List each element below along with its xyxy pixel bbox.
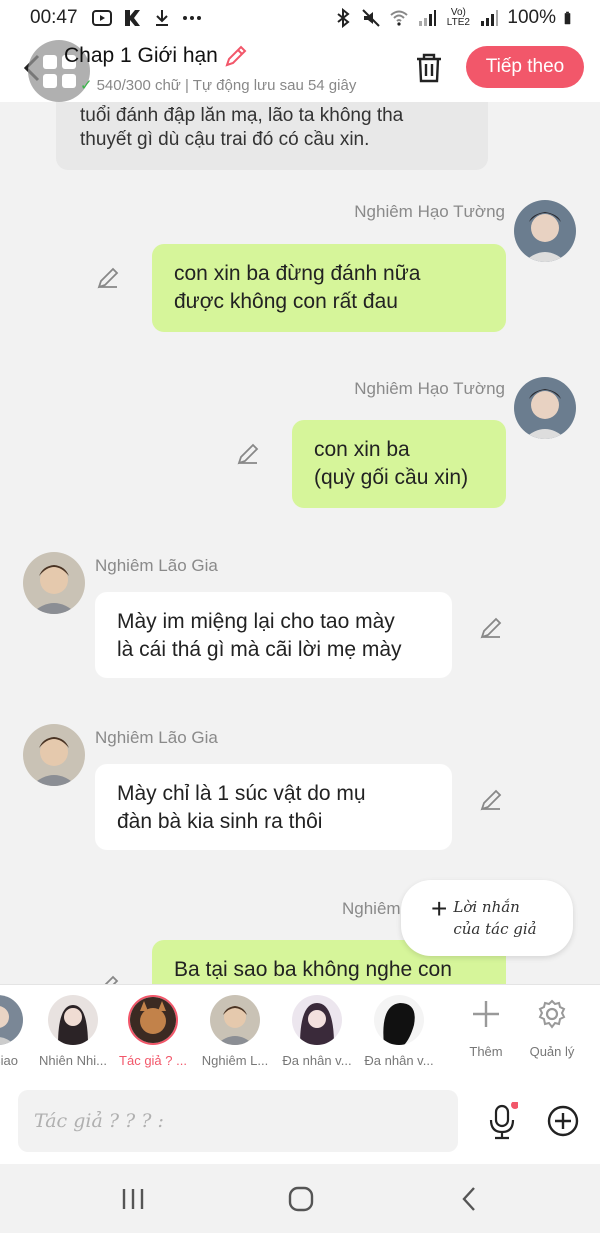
youtube-icon xyxy=(91,10,112,26)
character-item[interactable]: Nhiên Nhi... xyxy=(33,995,113,1068)
edit-icon[interactable] xyxy=(479,788,503,812)
status-bar: 00:47 Vo) LTE2 100% xyxy=(0,0,600,36)
message-bubble[interactable]: con xin ba đừng đánh nữa được không con … xyxy=(152,244,506,332)
check-icon: ✓ xyxy=(80,77,93,94)
message-bubble[interactable]: Mày chỉ là 1 súc vật do mụ đàn bà kia si… xyxy=(95,764,452,850)
signal-icon-2 xyxy=(481,10,499,26)
narration-line: thuyết gì dù cậu trai đó có cầu xin. xyxy=(80,129,370,150)
status-time: 00:47 xyxy=(30,7,78,28)
manage-button[interactable]: Quản lý xyxy=(522,997,582,1059)
plus-icon xyxy=(473,1001,499,1027)
message-line: Ba tại sao ba không nghe con xyxy=(174,958,452,981)
edit-icon[interactable] xyxy=(96,974,120,984)
avatar[interactable] xyxy=(23,552,85,614)
message-bubble[interactable]: Mày im miệng lại cho tao mày là cái thá … xyxy=(95,592,452,678)
character-name: Tác giả ? ... xyxy=(119,1053,187,1068)
input-bar xyxy=(0,1076,600,1164)
edit-icon[interactable] xyxy=(479,616,503,640)
mute-icon xyxy=(362,9,381,27)
avatar[interactable] xyxy=(514,377,576,439)
next-button[interactable]: Tiếp theo xyxy=(466,46,584,88)
character-avatar xyxy=(0,995,23,1045)
character-item[interactable]: Đa nhân v... xyxy=(359,995,439,1068)
character-avatar xyxy=(374,995,424,1045)
message-line: là cái thá gì mà cãi lời mẹ mày xyxy=(117,638,402,661)
message-input[interactable] xyxy=(18,1090,458,1152)
character-avatar xyxy=(128,995,178,1045)
microphone-button[interactable] xyxy=(486,1102,518,1142)
battery-percent: 100% xyxy=(507,7,556,28)
word-count-text: 540/300 chữ | Tự động lưu sau 54 giây xyxy=(96,76,357,94)
chat-area[interactable]: tuổi đánh đập lăn mạ, lão ta không tha t… xyxy=(0,102,600,984)
message-line: con xin ba đừng đánh nữa xyxy=(174,262,421,285)
signal-icon xyxy=(419,10,437,26)
sender-name: Nghiêm Lão Gia xyxy=(95,728,218,747)
narration-line: tuổi đánh đập lăn mạ, lão ta không tha xyxy=(80,105,404,126)
character-avatar xyxy=(210,995,260,1045)
character-name: Nghiêm L... xyxy=(201,1053,269,1068)
sender-name: Nghiêm Lão Gia xyxy=(95,556,218,575)
character-name: Đa nhân v... xyxy=(282,1053,352,1068)
message-bubble[interactable]: con xin ba (quỳ gối cầu xin) xyxy=(292,420,506,508)
sender-name: Nghiêm xyxy=(342,899,401,918)
character-name: Nhiên Nhi... xyxy=(39,1053,107,1068)
character-name: Đa nhân v... xyxy=(364,1053,434,1068)
message-line: Mày chỉ là 1 súc vật do mụ xyxy=(117,782,366,805)
word-count-info: ✓ 540/300 chữ | Tự động lưu sau 54 giây xyxy=(80,76,390,95)
character-item-active[interactable]: Tác giả ? ... xyxy=(113,995,193,1068)
character-avatar xyxy=(292,995,342,1045)
sender-name: Nghiêm Hạo Tường xyxy=(354,379,505,398)
battery-icon xyxy=(564,11,571,25)
avatar[interactable] xyxy=(514,200,576,262)
note-label: của tác giả xyxy=(453,920,537,938)
narration-bubble[interactable]: tuổi đánh đập lăn mạ, lão ta không tha t… xyxy=(56,102,488,170)
message-line: (quỳ gối cầu xin) xyxy=(314,466,469,489)
pencil-icon[interactable] xyxy=(224,44,248,68)
bluetooth-icon xyxy=(337,8,350,28)
more-icon xyxy=(182,16,201,20)
edit-icon[interactable] xyxy=(236,442,260,466)
delete-button[interactable] xyxy=(414,52,444,84)
gear-icon xyxy=(538,999,566,1029)
download-icon xyxy=(155,10,168,26)
add-media-button[interactable] xyxy=(546,1104,580,1138)
network-type: Vo) LTE2 xyxy=(446,7,470,28)
add-character-button[interactable]: Thêm xyxy=(456,997,516,1059)
add-label: Thêm xyxy=(469,1044,503,1059)
character-bar[interactable]: Siao Nhiên Nhi... Tác giả ? ... Nghiêm L… xyxy=(0,984,600,1076)
note-label: Lời nhắn xyxy=(453,898,520,916)
wifi-icon xyxy=(390,10,409,26)
sender-name: Nghiêm Hạo Tường xyxy=(354,202,505,221)
character-item[interactable]: Nghiêm L... xyxy=(195,995,275,1068)
message-line: được không con rất đau xyxy=(174,290,398,313)
character-item[interactable]: Đa nhân v... xyxy=(277,995,357,1068)
k-icon xyxy=(124,10,140,26)
home-button[interactable] xyxy=(287,1186,315,1212)
message-line: Mày im miệng lại cho tao mày xyxy=(117,610,395,633)
recent-apps-button[interactable] xyxy=(120,1186,146,1212)
author-note-button[interactable]: + Lời nhắn của tác giả xyxy=(401,880,573,956)
character-avatar xyxy=(48,995,98,1045)
edit-icon[interactable] xyxy=(96,266,120,290)
editor-header: Chap 1 Giới hạn ✓ 540/300 chữ | Tự động … xyxy=(0,36,600,102)
manage-label: Quản lý xyxy=(529,1044,575,1059)
chapter-title-text: Chap 1 Giới hạn xyxy=(64,44,218,67)
plus-icon: + xyxy=(431,893,448,924)
system-nav-bar xyxy=(0,1164,600,1233)
chapter-title[interactable]: Chap 1 Giới hạn xyxy=(64,44,248,68)
back-nav-button[interactable] xyxy=(458,1186,482,1212)
avatar[interactable] xyxy=(23,724,85,786)
message-line: con xin ba xyxy=(314,438,410,461)
message-line: đàn bà kia sinh ra thôi xyxy=(117,810,323,833)
